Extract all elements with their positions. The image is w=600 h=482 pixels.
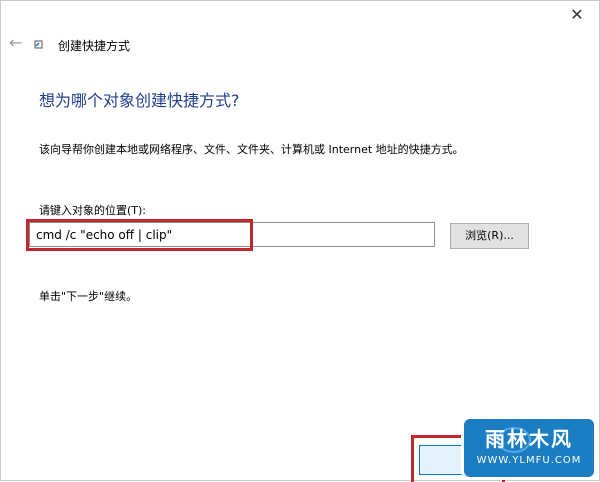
location-label: 请键入对象的位置(T):: [39, 204, 147, 217]
back-button[interactable]: ←: [9, 35, 25, 51]
back-arrow-icon: ←: [9, 33, 23, 52]
window-title: 创建快捷方式: [58, 39, 131, 53]
browse-button[interactable]: 浏览(R)...: [450, 223, 529, 249]
close-button[interactable]: ✕: [565, 5, 589, 25]
shortcut-wizard-icon: [34, 40, 43, 49]
instruction-text: 单击"下一步"继续。: [39, 290, 138, 303]
watermark-title: 雨林木风: [485, 427, 573, 451]
watermark-url: WWW.YLMFU.COM: [476, 455, 582, 466]
page-heading: 想为哪个对象创建快捷方式?: [39, 91, 240, 110]
location-input[interactable]: [29, 222, 435, 247]
close-icon: ✕: [570, 5, 584, 24]
site-watermark: 雨林木风 WWW.YLMFU.COM: [464, 419, 594, 477]
wizard-description: 该向导帮你创建本地或网络程序、文件、文件夹、计算机或 Internet 地址的快…: [39, 143, 464, 156]
create-shortcut-dialog: ✕ ← 创建快捷方式 想为哪个对象创建快捷方式? 该向导帮你创建本地或网络程序、…: [0, 0, 600, 482]
